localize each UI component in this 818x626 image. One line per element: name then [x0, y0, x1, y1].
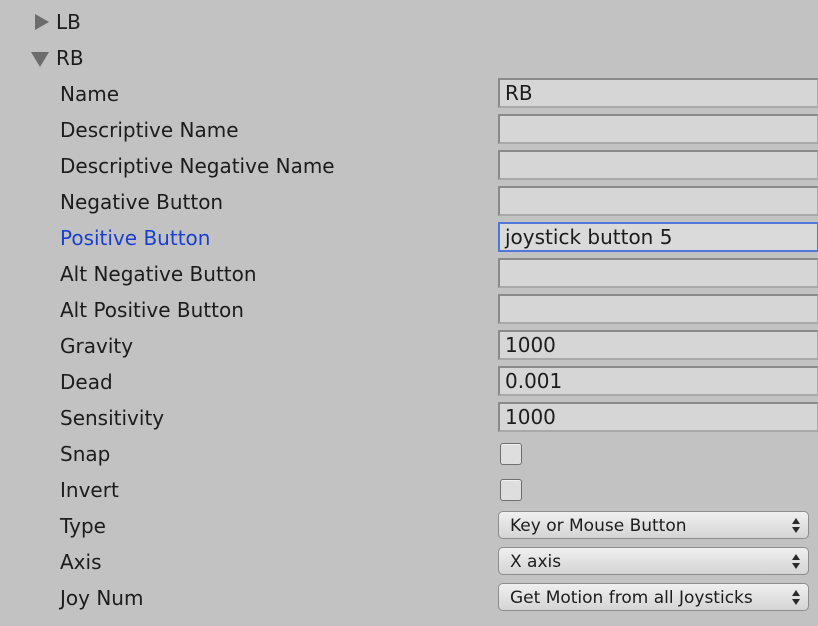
gravity-field[interactable]: 1000	[498, 330, 818, 360]
property-row-axis: Axis X axis	[0, 544, 818, 580]
axis-dropdown[interactable]: X axis	[498, 547, 809, 575]
positive-button-label: Positive Button	[60, 226, 211, 250]
dead-field[interactable]: 0.001	[498, 366, 818, 396]
property-row-name: Name RB	[0, 76, 818, 112]
alt-positive-button-field[interactable]	[498, 294, 818, 324]
positive-button-field[interactable]: joystick button 5	[498, 222, 818, 252]
property-row-joy-num: Joy Num Get Motion from all Joysticks	[0, 580, 818, 616]
negative-button-label: Negative Button	[60, 190, 224, 214]
invert-label: Invert	[60, 478, 119, 502]
type-selected-value: Key or Mouse Button	[510, 516, 687, 536]
foldout-lb[interactable]: LB	[30, 4, 81, 40]
foldout-rb[interactable]: RB	[30, 40, 84, 76]
alt-positive-button-label: Alt Positive Button	[60, 298, 244, 322]
gravity-label: Gravity	[60, 334, 134, 358]
snap-label: Snap	[60, 442, 111, 466]
descriptive-name-label: Descriptive Name	[60, 118, 239, 142]
name-field[interactable]: RB	[498, 78, 818, 108]
property-row-snap: Snap	[0, 436, 818, 472]
triangle-right-icon[interactable]	[35, 14, 49, 30]
property-row-descriptive-name: Descriptive Name	[0, 112, 818, 148]
joy-num-dropdown[interactable]: Get Motion from all Joysticks	[498, 583, 809, 611]
type-label: Type	[60, 514, 106, 538]
dead-label: Dead	[60, 370, 113, 394]
invert-checkbox[interactable]	[500, 479, 522, 501]
updown-arrows-icon	[792, 554, 800, 570]
axis-selected-value: X axis	[510, 552, 562, 572]
property-row-alt-negative-button: Alt Negative Button	[0, 256, 818, 292]
name-label: Name	[60, 82, 120, 106]
negative-button-field[interactable]	[498, 186, 818, 216]
updown-arrows-icon	[792, 518, 800, 534]
property-row-alt-positive-button: Alt Positive Button	[0, 292, 818, 328]
descriptive-name-field[interactable]	[498, 114, 818, 144]
property-row-gravity: Gravity 1000	[0, 328, 818, 364]
property-row-invert: Invert	[0, 472, 818, 508]
sensitivity-label: Sensitivity	[60, 406, 165, 430]
foldout-rb-label: RB	[56, 46, 84, 70]
alt-negative-button-field[interactable]	[498, 258, 818, 288]
type-dropdown[interactable]: Key or Mouse Button	[498, 511, 809, 539]
property-row-type: Type Key or Mouse Button	[0, 508, 818, 544]
property-row-negative-button: Negative Button	[0, 184, 818, 220]
sensitivity-field[interactable]: 1000	[498, 402, 818, 432]
property-row-positive-button: Positive Button joystick button 5	[0, 220, 818, 256]
axis-label: Axis	[60, 550, 102, 574]
triangle-down-icon[interactable]	[31, 51, 49, 67]
property-row-descriptive-negative-name: Descriptive Negative Name	[0, 148, 818, 184]
snap-checkbox[interactable]	[500, 443, 522, 465]
joy-num-label: Joy Num	[60, 586, 144, 610]
foldout-lb-label: LB	[56, 10, 81, 34]
joy-num-selected-value: Get Motion from all Joysticks	[510, 588, 753, 608]
updown-arrows-icon	[792, 590, 800, 606]
descriptive-negative-name-field[interactable]	[498, 150, 818, 180]
descriptive-negative-name-label: Descriptive Negative Name	[60, 154, 335, 178]
property-row-dead: Dead 0.001	[0, 364, 818, 400]
property-row-sensitivity: Sensitivity 1000	[0, 400, 818, 436]
alt-negative-button-label: Alt Negative Button	[60, 262, 257, 286]
